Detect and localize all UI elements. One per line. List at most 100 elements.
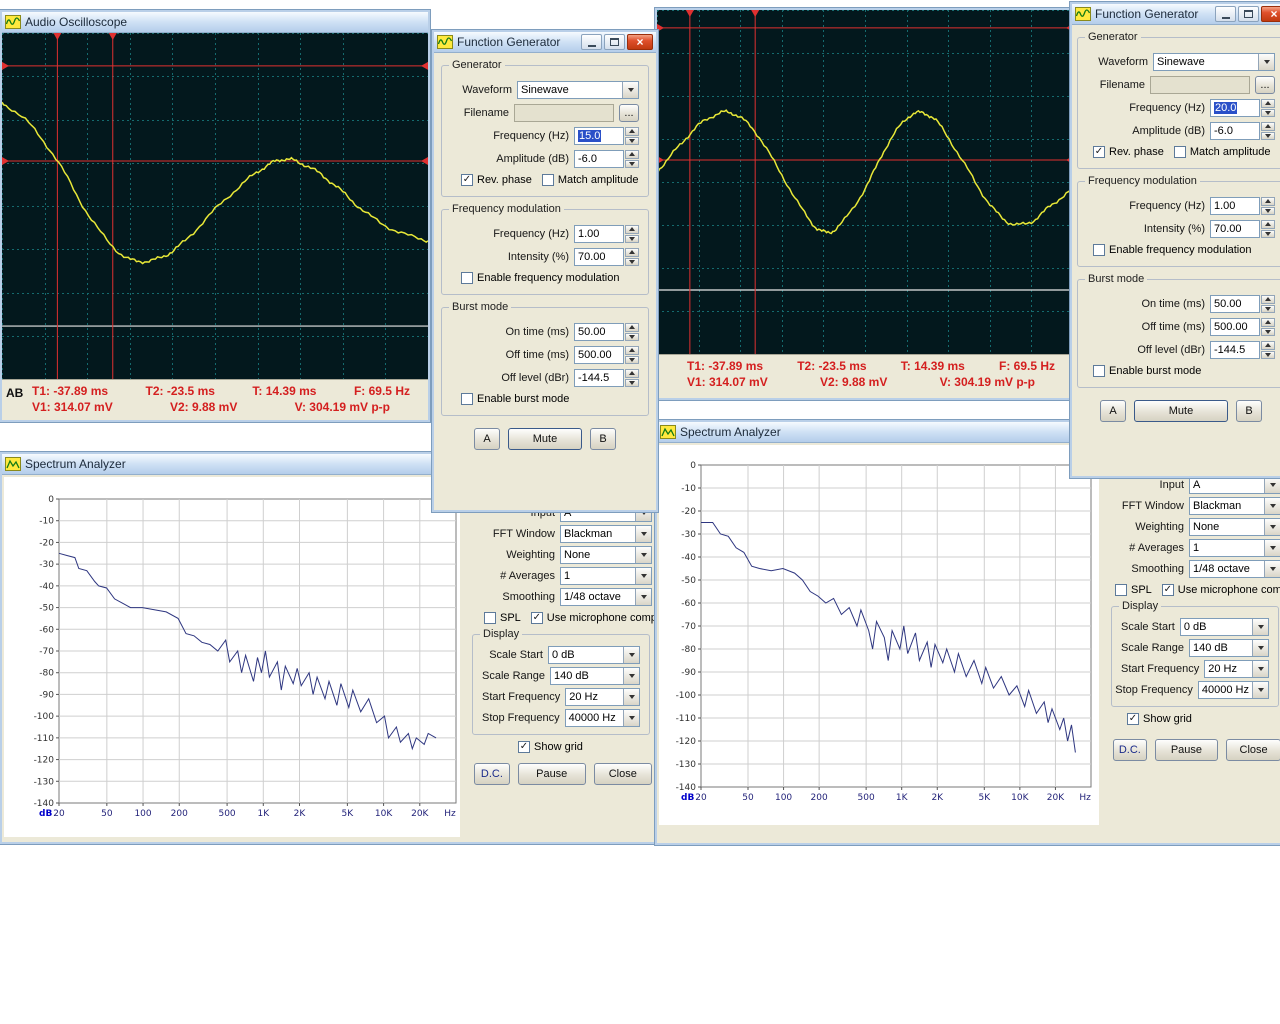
on-time-spinbox[interactable]: 50.00 [1210,295,1275,313]
spin-up-button[interactable] [625,369,639,378]
fm-intensity-input[interactable]: 70.00 [1210,220,1260,238]
chevron-down-icon[interactable] [623,668,639,684]
frequency-spinbox[interactable]: 20.0 [1210,99,1275,117]
spl-checkbox[interactable] [484,612,496,624]
averages-select[interactable]: 1 [1189,539,1280,557]
chevron-down-icon[interactable] [1264,540,1280,556]
channel-b-button[interactable]: B [590,428,616,450]
chevron-down-icon[interactable] [623,710,639,726]
averages-select[interactable]: 1 [560,567,652,585]
browse-button[interactable]: ... [619,104,639,122]
spin-up-button[interactable] [1261,341,1275,350]
waveform-select[interactable]: Sinewave [1153,53,1275,71]
on-time-spinbox[interactable]: 50.00 [574,323,639,341]
fft-window-select[interactable]: Blackman [560,525,652,543]
weighting-select[interactable]: None [1189,518,1280,536]
chevron-down-icon[interactable] [1252,661,1268,677]
mute-button[interactable]: Mute [1134,400,1228,422]
fm-frequency-spinbox[interactable]: 1.00 [1210,197,1275,215]
chevron-down-icon[interactable] [1264,561,1280,577]
close-button[interactable]: Close [593,763,652,785]
chevron-down-icon[interactable] [1264,498,1280,514]
frequency-input[interactable]: 15.0 [574,127,624,145]
spin-down-button[interactable] [625,378,639,387]
show-grid-checkbox[interactable] [518,741,530,753]
amplitude-input[interactable]: -6.0 [1210,122,1260,140]
off-level-input[interactable]: -144.5 [1210,341,1260,359]
scale-range-select[interactable]: 140 dB [550,667,640,685]
titlebar[interactable]: Function Generator × [1072,4,1280,25]
off-level-spinbox[interactable]: -144.5 [574,369,639,387]
frequency-input[interactable]: 20.0 [1210,99,1260,117]
enable-burst-checkbox[interactable] [1093,365,1105,377]
chevron-down-icon[interactable] [635,589,651,605]
fm-frequency-input[interactable]: 1.00 [574,225,624,243]
fm-intensity-spinbox[interactable]: 70.00 [1210,220,1275,238]
off-time-spinbox[interactable]: 500.00 [574,346,639,364]
enable-burst-checkbox[interactable] [461,393,473,405]
stop-frequency-select[interactable]: 40000 Hz [1197,681,1269,699]
spin-down-button[interactable] [1261,327,1275,336]
amplitude-input[interactable]: -6.0 [574,150,624,168]
mic-comp-checkbox[interactable] [1161,584,1174,596]
spin-up-button[interactable] [625,248,639,257]
spin-down-button[interactable] [625,257,639,266]
rev-phase-checkbox[interactable] [461,174,473,186]
chevron-down-icon[interactable] [635,526,651,542]
maximize-button[interactable] [1238,6,1259,22]
spin-up-button[interactable] [1261,197,1275,206]
waveform-select[interactable]: Sinewave [517,81,639,99]
close-button[interactable]: × [1261,6,1280,22]
fm-intensity-input[interactable]: 70.00 [574,248,624,266]
pause-button[interactable]: Pause [1154,739,1219,761]
frequency-spinbox[interactable]: 15.0 [574,127,639,145]
chevron-down-icon[interactable] [635,568,651,584]
chevron-down-icon[interactable] [1264,519,1280,535]
spin-up-button[interactable] [1261,318,1275,327]
spin-up-button[interactable] [625,346,639,355]
chevron-down-icon[interactable] [622,82,638,98]
weighting-select[interactable]: None [560,546,652,564]
fm-frequency-input[interactable]: 1.00 [1210,197,1260,215]
input-select[interactable]: A [1189,476,1280,494]
scale-start-select[interactable]: 0 dB [548,646,640,664]
dc-button[interactable]: D.C. [1113,739,1147,761]
close-button[interactable]: Close [1226,739,1280,761]
spin-down-button[interactable] [625,159,639,168]
chevron-down-icon[interactable] [1264,477,1280,493]
smoothing-select[interactable]: 1/48 octave [560,588,652,606]
start-frequency-select[interactable]: 20 Hz [1204,660,1269,678]
spin-up-button[interactable] [625,225,639,234]
spin-down-button[interactable] [1261,131,1275,140]
fft-window-select[interactable]: Blackman [1189,497,1280,515]
titlebar[interactable]: Function Generator × [434,32,656,53]
chevron-down-icon[interactable] [1252,640,1268,656]
spin-up-button[interactable] [625,323,639,332]
off-level-input[interactable]: -144.5 [574,369,624,387]
browse-button[interactable]: ... [1255,76,1275,94]
spin-down-button[interactable] [1261,304,1275,313]
channel-b-button[interactable]: B [1236,400,1262,422]
dc-button[interactable]: D.C. [474,763,510,785]
mute-button[interactable]: Mute [508,428,582,450]
spin-down-button[interactable] [1261,108,1275,117]
rev-phase-checkbox[interactable] [1093,146,1105,158]
close-button[interactable]: × [627,34,653,50]
minimize-button[interactable] [581,34,602,50]
spin-up-button[interactable] [1261,99,1275,108]
off-time-input[interactable]: 500.00 [1210,318,1260,336]
channel-a-button[interactable]: A [1100,400,1126,422]
chevron-down-icon[interactable] [1252,682,1268,698]
spin-down-button[interactable] [625,234,639,243]
maximize-button[interactable] [604,34,625,50]
off-time-spinbox[interactable]: 500.00 [1210,318,1275,336]
start-frequency-select[interactable]: 20 Hz [565,688,640,706]
channel-a-button[interactable]: A [474,428,500,450]
enable-fm-checkbox[interactable] [1093,244,1105,256]
chevron-down-icon[interactable] [635,547,651,563]
spin-up-button[interactable] [1261,295,1275,304]
amplitude-spinbox[interactable]: -6.0 [574,150,639,168]
spin-down-button[interactable] [625,136,639,145]
fm-intensity-spinbox[interactable]: 70.00 [574,248,639,266]
scale-range-select[interactable]: 140 dB [1189,639,1269,657]
